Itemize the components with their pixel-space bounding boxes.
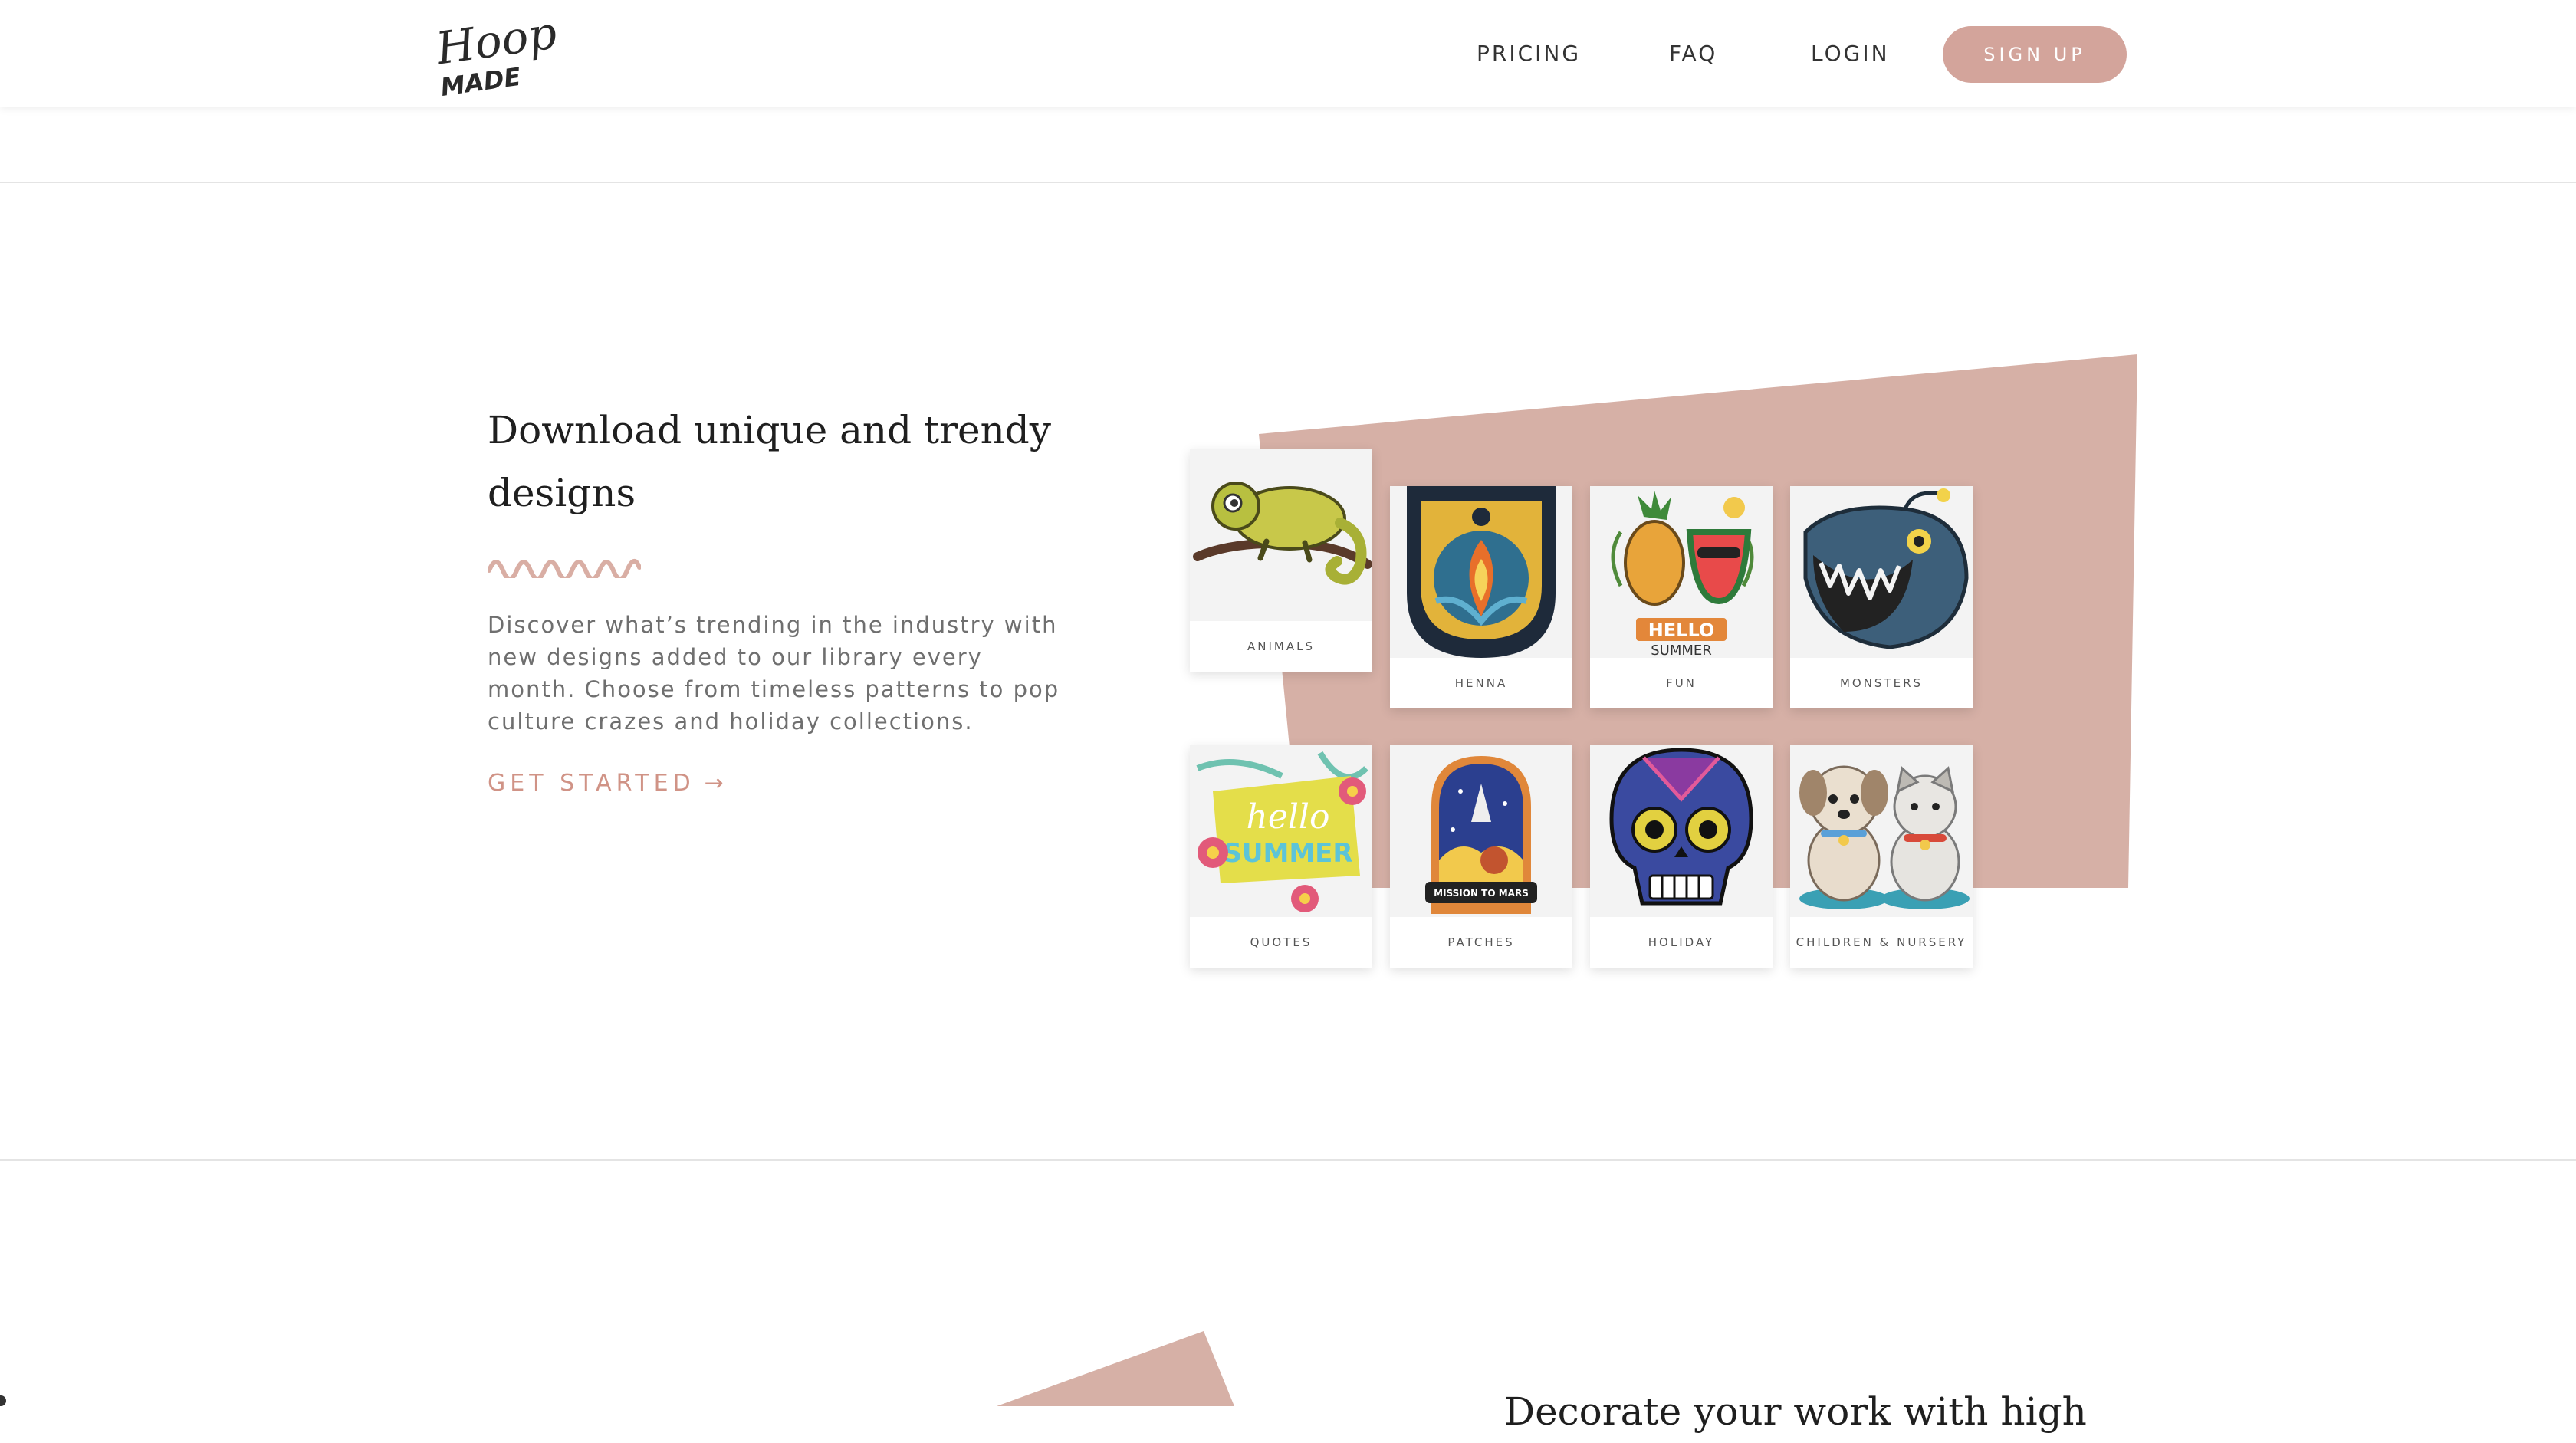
- category-label-quotes: QUOTES: [1250, 935, 1313, 949]
- category-card-patches[interactable]: MISSION TO MARS PATCHES: [1390, 745, 1572, 968]
- category-label-henna: HENNA: [1454, 676, 1508, 690]
- hero-description: Discover what’s trending in the industry…: [488, 612, 1060, 735]
- hoopmade-logo[interactable]: Hoop MADE: [434, 11, 558, 97]
- quotes-art-text-summer: SUMMER: [1223, 838, 1352, 869]
- category-card-quotes[interactable]: hello SUMMER QUOTES: [1190, 745, 1372, 968]
- category-card-animals[interactable]: ANIMALS: [1190, 449, 1372, 672]
- arrow-right-icon: →: [704, 770, 724, 797]
- category-label-animals: ANIMALS: [1247, 639, 1315, 653]
- get-started-label: GET STARTED: [488, 770, 695, 797]
- scroll-edge-marker: [0, 1395, 6, 1406]
- hero-headline: Download unique and trendy designs: [488, 408, 1052, 515]
- category-card-holiday[interactable]: HOLIDAY: [1590, 745, 1773, 968]
- patch-art-text: MISSION TO MARS: [1434, 888, 1529, 899]
- category-card-henna[interactable]: HENNA: [1390, 486, 1572, 708]
- category-card-children-nursery[interactable]: CHILDREN & NURSERY: [1790, 745, 1973, 968]
- section-divider-bottom: [0, 1159, 2576, 1161]
- fun-art-text-hello: HELLO: [1648, 620, 1715, 641]
- puppy-kitten-design-icon: [1790, 745, 1973, 917]
- get-started-link[interactable]: GET STARTED →: [488, 765, 724, 802]
- decorative-background-shape-next: [997, 1331, 1234, 1406]
- chameleon-design-icon: [1190, 449, 1372, 621]
- mission-to-mars-patch-design-icon: MISSION TO MARS: [1390, 745, 1572, 917]
- quotes-art-text-hello: hello: [1246, 797, 1329, 837]
- category-label-holiday: HOLIDAY: [1648, 935, 1715, 949]
- category-card-monsters[interactable]: MONSTERS: [1790, 486, 1973, 708]
- pineapple-watermelon-design-icon: HELLO SUMMER: [1590, 486, 1773, 658]
- nav-faq-link[interactable]: FAQ: [1669, 35, 1717, 72]
- anglerfish-design-icon: [1790, 486, 1973, 658]
- category-label-monsters: MONSTERS: [1839, 676, 1924, 690]
- sugar-skull-design-icon: [1590, 745, 1773, 917]
- category-card-fun[interactable]: HELLO SUMMER FUN: [1590, 486, 1773, 708]
- wave-divider-icon: [488, 559, 641, 578]
- category-label-patches: PATCHES: [1447, 935, 1515, 949]
- hello-summer-quote-design-icon: hello SUMMER: [1190, 745, 1372, 917]
- site-header: Hoop MADE PRICING FAQ LOGIN SIGN UP: [0, 0, 2576, 107]
- nav-pricing-link[interactable]: PRICING: [1477, 35, 1581, 72]
- category-label-fun: FUN: [1666, 676, 1697, 690]
- nav-login-link[interactable]: LOGIN: [1811, 35, 1890, 72]
- section-divider-top: [0, 182, 2576, 183]
- sign-up-button[interactable]: SIGN UP: [1943, 26, 2127, 83]
- next-section-heading: Decorate your work with high: [1504, 1389, 2087, 1434]
- fun-art-text-summer: SUMMER: [1651, 643, 1712, 658]
- category-label-children-nursery: CHILDREN & NURSERY: [1796, 935, 1967, 949]
- hamsa-design-icon: [1390, 486, 1572, 658]
